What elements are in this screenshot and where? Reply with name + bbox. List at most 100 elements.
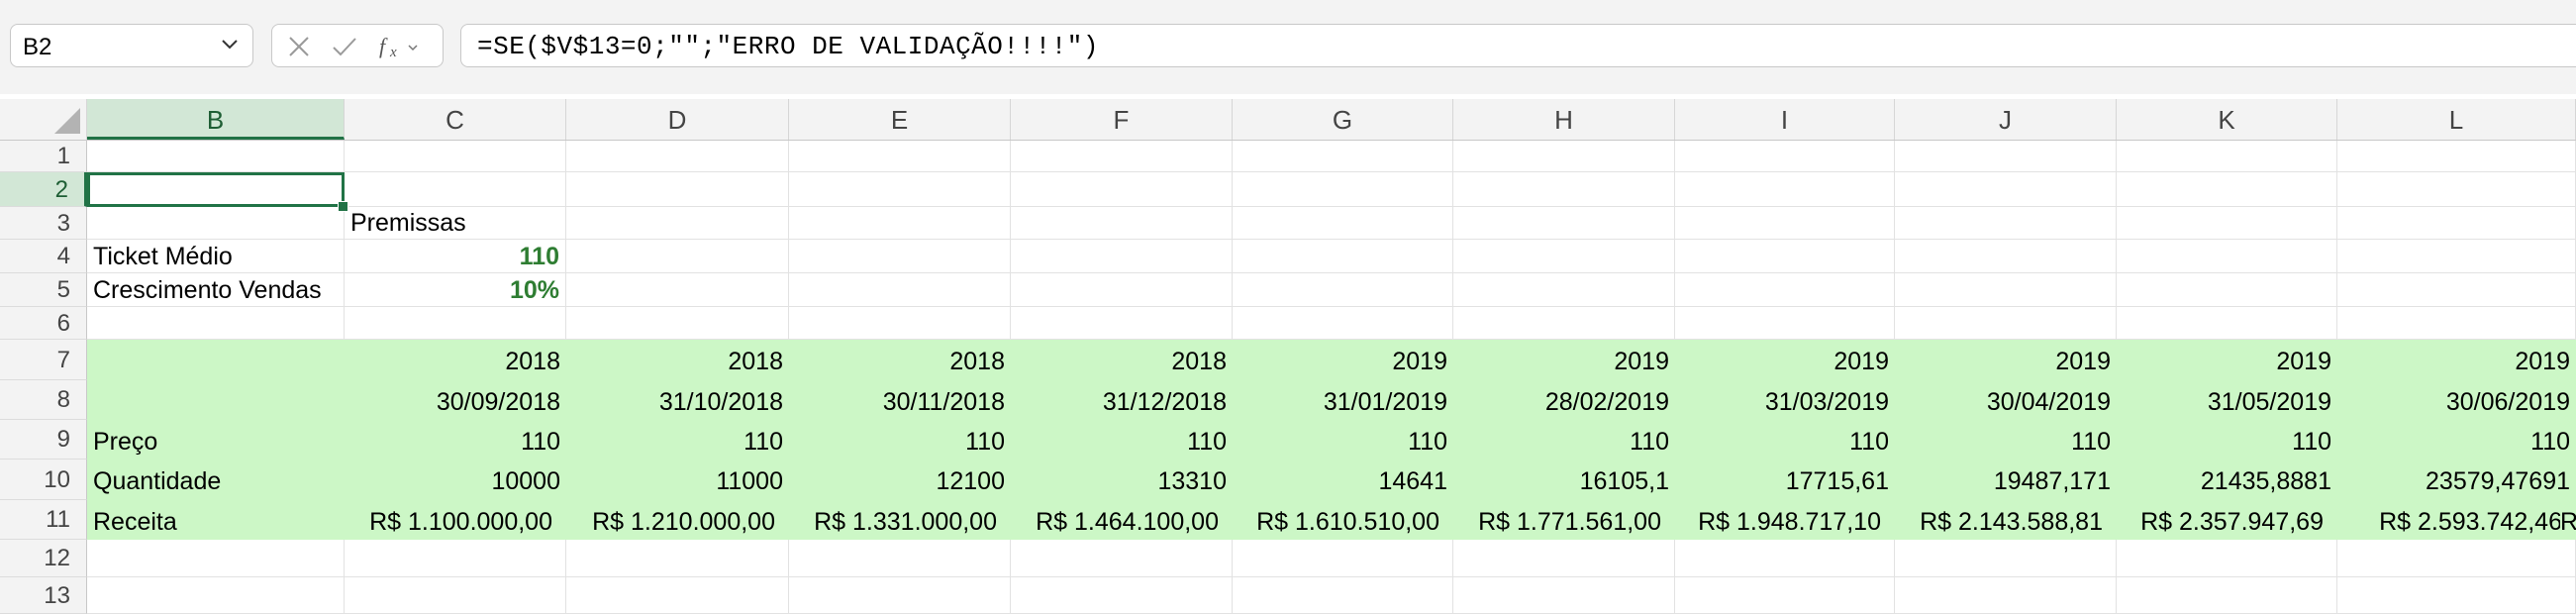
row-header-9[interactable]: 9	[0, 420, 87, 460]
grid-cell[interactable]	[2337, 307, 2576, 340]
receita-cell[interactable]: R$ 1.331.000,00	[789, 500, 1011, 540]
name-box-value[interactable]: B2	[23, 34, 51, 61]
grid-cell[interactable]	[2337, 240, 2576, 273]
date-cell[interactable]: 30/09/2018	[345, 380, 566, 420]
grid-cell[interactable]	[789, 240, 1011, 273]
date-cell[interactable]: 30/11/2018	[789, 380, 1011, 420]
year-cell[interactable]: 2018	[1011, 340, 1233, 380]
grid-cell[interactable]	[789, 207, 1011, 240]
column-header-d[interactable]: D	[566, 99, 789, 140]
grid-cell[interactable]	[1895, 240, 2117, 273]
column-header-k[interactable]: K	[2117, 99, 2337, 140]
grid-cell[interactable]	[345, 307, 566, 340]
grid-cell[interactable]	[2117, 207, 2337, 240]
row-header-8[interactable]: 8	[0, 380, 87, 420]
year-cell[interactable]: 2018	[345, 340, 566, 380]
quantidade-cell[interactable]: 21435,8881	[2117, 460, 2337, 500]
grid-cell[interactable]	[789, 141, 1011, 172]
column-header-c[interactable]: C	[345, 99, 566, 140]
receita-cell[interactable]: R$ 2.593.742,46	[2337, 500, 2576, 540]
grid-cell[interactable]	[566, 141, 789, 172]
grid-cell[interactable]	[566, 307, 789, 340]
grid-cell[interactable]	[1011, 240, 1233, 273]
grid-cell[interactable]	[345, 141, 566, 172]
grid-cell[interactable]	[1233, 207, 1453, 240]
year-cell[interactable]: 2018	[789, 340, 1011, 380]
year-cell[interactable]: 2019	[1895, 340, 2117, 380]
grid-cell[interactable]	[789, 577, 1011, 614]
grid-cell[interactable]	[1675, 172, 1895, 207]
column-header-b[interactable]: B	[87, 99, 345, 140]
grid-cell[interactable]	[789, 172, 1011, 207]
preco-cell[interactable]: 110	[2117, 420, 2337, 460]
quantidade-cell[interactable]: 13310	[1011, 460, 1233, 500]
grid-cell[interactable]	[2337, 577, 2576, 614]
grid-cell[interactable]	[1453, 240, 1675, 273]
premissas-label[interactable]: Premissas	[345, 207, 566, 240]
quantidade-cell[interactable]: 11000	[566, 460, 789, 500]
grid-cell[interactable]	[1011, 141, 1233, 172]
row-header-1[interactable]: 1	[0, 141, 87, 172]
grid-cell[interactable]	[2117, 141, 2337, 172]
grid-cell[interactable]	[1675, 577, 1895, 614]
row-header-5[interactable]: 5	[0, 273, 87, 307]
grid-cell[interactable]	[1233, 172, 1453, 207]
preco-cell[interactable]: 110	[1453, 420, 1675, 460]
grid-cell[interactable]	[2337, 207, 2576, 240]
date-cell[interactable]: 31/05/2019	[2117, 380, 2337, 420]
grid-cell[interactable]	[87, 540, 345, 577]
year-cell[interactable]: 2018	[566, 340, 789, 380]
preco-cell[interactable]: 110	[789, 420, 1011, 460]
grid-cell[interactable]	[1675, 307, 1895, 340]
grid-cell[interactable]	[2337, 540, 2576, 577]
row-header-4[interactable]: 4	[0, 240, 87, 273]
sheet-grid[interactable]: Premissas Ticket Médio 110 Crescimento V…	[87, 141, 2576, 614]
ticket-medio-label[interactable]: Ticket Médio	[87, 240, 345, 273]
quantidade-cell[interactable]: 16105,1	[1453, 460, 1675, 500]
grid-cell[interactable]	[1453, 577, 1675, 614]
date-cell[interactable]: 28/02/2019	[1453, 380, 1675, 420]
grid-cell[interactable]	[2117, 540, 2337, 577]
year-cell[interactable]: 2019	[2117, 340, 2337, 380]
selected-cell-b2[interactable]	[87, 172, 345, 207]
quantidade-label[interactable]: Quantidade	[87, 460, 345, 500]
confirm-icon[interactable]	[330, 33, 359, 60]
grid-cell[interactable]	[789, 307, 1011, 340]
grid-cell[interactable]	[2117, 307, 2337, 340]
insert-function-icon[interactable]: f x	[377, 33, 423, 60]
column-header-l[interactable]: L	[2337, 99, 2576, 140]
grid-cell[interactable]	[2337, 172, 2576, 207]
receita-label[interactable]: Receita	[87, 500, 345, 540]
grid-cell[interactable]	[1453, 273, 1675, 307]
grid-cell[interactable]	[345, 172, 566, 207]
grid-cell[interactable]	[2337, 141, 2576, 172]
grid-cell[interactable]	[345, 540, 566, 577]
grid-cell[interactable]	[2117, 240, 2337, 273]
date-cell[interactable]: 31/03/2019	[1675, 380, 1895, 420]
grid-cell[interactable]	[566, 540, 789, 577]
preco-cell[interactable]: 110	[1233, 420, 1453, 460]
row-header-13[interactable]: 13	[0, 577, 87, 614]
row-header-11[interactable]: 11	[0, 500, 87, 540]
crescimento-vendas-value[interactable]: 10%	[345, 273, 566, 307]
preco-cell[interactable]: 110	[345, 420, 566, 460]
receita-cell[interactable]: R$ 1.464.100,00	[1011, 500, 1233, 540]
year-cell[interactable]: 2019	[1233, 340, 1453, 380]
name-box[interactable]: B2	[10, 24, 253, 67]
date-cell[interactable]: 31/12/2018	[1011, 380, 1233, 420]
quantidade-cell[interactable]: 17715,61	[1675, 460, 1895, 500]
row-header-6[interactable]: 6	[0, 307, 87, 340]
column-header-g[interactable]: G	[1233, 99, 1453, 140]
quantidade-cell[interactable]: 12100	[789, 460, 1011, 500]
cancel-icon[interactable]	[284, 33, 314, 60]
grid-cell[interactable]	[2117, 577, 2337, 614]
row-header-2[interactable]: 2	[0, 172, 87, 207]
formula-input[interactable]: =SE($V$13=0;"";"ERRO DE VALIDAÇÃO!!!!")	[460, 24, 2576, 67]
grid-cell[interactable]	[1233, 307, 1453, 340]
grid-cell[interactable]	[345, 577, 566, 614]
grid-cell[interactable]	[2337, 273, 2576, 307]
grid-cell[interactable]	[87, 577, 345, 614]
grid-cell[interactable]	[1453, 540, 1675, 577]
grid-cell[interactable]	[87, 141, 345, 172]
grid-cell[interactable]	[1895, 273, 2117, 307]
